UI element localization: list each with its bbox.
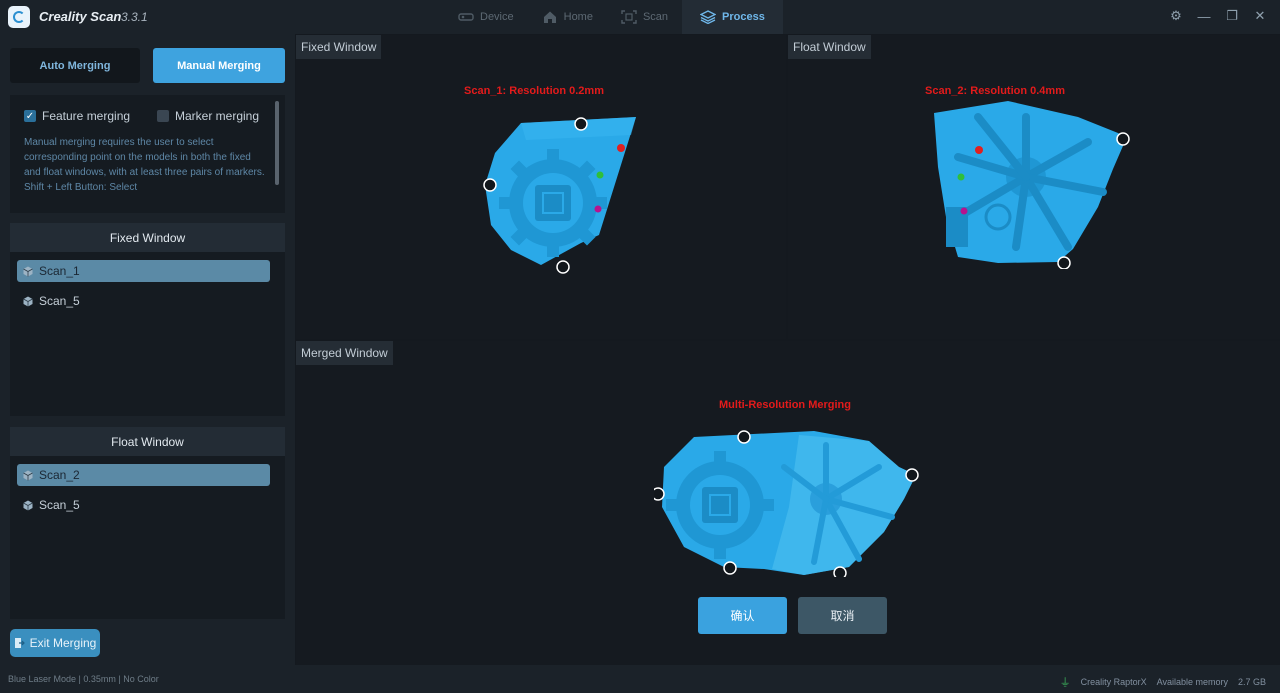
marker-merging-checkbox[interactable]: Marker merging bbox=[157, 109, 259, 123]
device-name: Creality RaptorX bbox=[1080, 677, 1147, 687]
merged-window-caption: Multi-Resolution Merging bbox=[719, 399, 851, 411]
cube-icon bbox=[23, 500, 33, 510]
merged-window-label: Merged Window bbox=[296, 341, 393, 365]
memory-value: 2.7 GB bbox=[1237, 677, 1266, 687]
exit-merging-label: Exit Merging bbox=[29, 636, 97, 650]
feature-merging-label: Feature merging bbox=[42, 109, 131, 123]
cube-icon bbox=[23, 470, 33, 480]
window-controls: ⚙ — ❐ ✕ bbox=[1168, 8, 1268, 24]
cube-icon bbox=[23, 266, 33, 276]
merge-sidebar: Auto Merging Manual Merging ✓ Feature me… bbox=[0, 34, 295, 665]
merged-model[interactable] bbox=[654, 427, 924, 577]
exit-icon bbox=[14, 638, 25, 648]
fixed-window-header: Fixed Window bbox=[10, 223, 285, 252]
nav-device-label: Device bbox=[480, 11, 514, 23]
app-version: 3.3.1 bbox=[121, 10, 148, 24]
list-item-label: Scan_5 bbox=[39, 498, 80, 512]
memory-label: Available memory bbox=[1156, 677, 1228, 687]
merge-options-box: ✓ Feature merging Marker merging Manual … bbox=[10, 95, 285, 213]
close-icon[interactable]: ✕ bbox=[1252, 8, 1268, 24]
layers-icon bbox=[700, 10, 717, 24]
nav-process[interactable]: Process bbox=[682, 0, 783, 34]
status-bar: Blue Laser Mode | 0.35mm | No Color ⏚ Cr… bbox=[0, 665, 1280, 693]
checkbox-unchecked-icon bbox=[157, 110, 169, 122]
list-item[interactable]: Scan_2 bbox=[17, 464, 270, 486]
title-bar: Creality Scan 3.3.1 Device Home Scan Pro… bbox=[0, 0, 1280, 34]
fixed-window-caption: Scan_1: Resolution 0.2mm bbox=[464, 85, 604, 97]
nav-scan[interactable]: Scan bbox=[607, 0, 682, 34]
status-mode: Blue Laser Mode | 0.35mm | No Color bbox=[8, 674, 159, 684]
list-item[interactable]: Scan_1 bbox=[17, 260, 270, 282]
list-item[interactable]: Scan_5 bbox=[17, 494, 270, 516]
float-window-viewport[interactable]: Float Window Scan_2: Resolution 0.4mm bbox=[788, 35, 1280, 339]
fixed-window-label: Fixed Window bbox=[296, 35, 382, 59]
feature-merging-checkbox[interactable]: ✓ Feature merging bbox=[24, 109, 130, 123]
device-icon bbox=[458, 13, 474, 21]
scan-icon bbox=[621, 10, 637, 24]
list-item-label: Scan_1 bbox=[39, 264, 80, 278]
restore-icon[interactable]: ❐ bbox=[1224, 8, 1240, 24]
scan-1-model[interactable] bbox=[481, 115, 641, 275]
status-right: ⏚ Creality RaptorX Available memory 2.7 … bbox=[1060, 674, 1266, 690]
exit-merging-button[interactable]: Exit Merging bbox=[10, 629, 100, 657]
nav-scan-label: Scan bbox=[642, 11, 669, 23]
scan-2-model[interactable] bbox=[928, 97, 1133, 269]
nav-process-label: Process bbox=[722, 11, 765, 23]
help-text-line: Shift + Left Button: Select bbox=[24, 182, 138, 193]
cancel-button[interactable]: 取消 bbox=[798, 597, 887, 634]
auto-merging-button[interactable]: Auto Merging bbox=[10, 48, 140, 83]
main-nav: Device Home Scan Process bbox=[444, 0, 783, 34]
checkbox-checked-icon: ✓ bbox=[24, 110, 36, 122]
nav-home-label: Home bbox=[563, 11, 593, 23]
settings-gear-icon[interactable]: ⚙ bbox=[1168, 8, 1184, 24]
merged-window-viewport[interactable]: Merged Window Multi-Resolution Merging bbox=[296, 341, 1280, 665]
nav-home[interactable]: Home bbox=[528, 0, 607, 34]
home-icon bbox=[543, 11, 556, 23]
list-item-label: Scan_2 bbox=[39, 468, 80, 482]
nav-device[interactable]: Device bbox=[444, 0, 528, 34]
list-item-label: Scan_5 bbox=[39, 294, 80, 308]
float-window-header: Float Window bbox=[10, 427, 285, 456]
app-logo-icon bbox=[8, 6, 30, 28]
app-title: Creality Scan bbox=[39, 9, 122, 24]
help-text: Manual merging requires the user to sele… bbox=[24, 135, 269, 195]
cube-icon bbox=[23, 296, 33, 306]
minimize-icon[interactable]: — bbox=[1196, 8, 1212, 24]
list-item[interactable]: Scan_5 bbox=[17, 290, 270, 312]
fixed-window-viewport[interactable]: Fixed Window Scan_1: Resolution 0.2mm bbox=[296, 35, 786, 339]
confirm-button[interactable]: 确认 bbox=[698, 597, 787, 634]
fixed-window-list: Fixed Window Scan_1 Scan_5 bbox=[10, 223, 285, 416]
marker-merging-label: Marker merging bbox=[175, 109, 260, 123]
float-window-list: Float Window Scan_2 Scan_5 bbox=[10, 427, 285, 619]
help-text-line: Manual merging requires the user to sele… bbox=[24, 137, 265, 178]
float-window-caption: Scan_2: Resolution 0.4mm bbox=[925, 85, 1065, 97]
float-window-label: Float Window bbox=[788, 35, 871, 59]
manual-merging-button[interactable]: Manual Merging bbox=[153, 48, 285, 83]
options-scrollbar[interactable] bbox=[275, 101, 279, 185]
connected-plug-icon: ⏚ bbox=[1059, 677, 1071, 689]
